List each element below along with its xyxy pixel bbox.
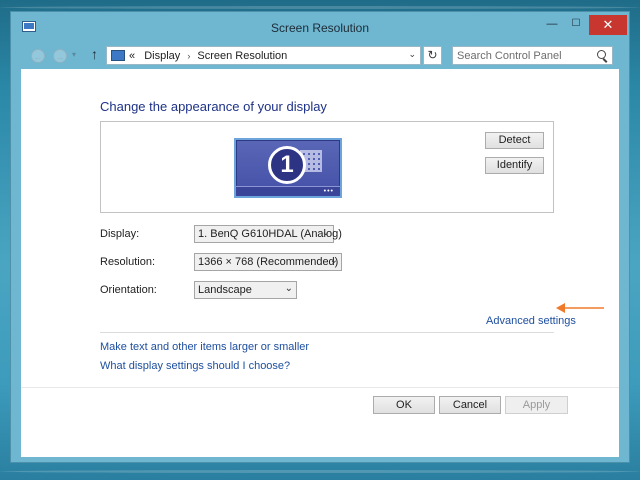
content-pane: Change the appearance of your display 1 … xyxy=(21,69,619,457)
display-label: Display: xyxy=(100,228,140,240)
background-ripple xyxy=(0,6,640,9)
annotation-arrow-icon xyxy=(556,303,604,313)
breadcrumb-item-screen-resolution[interactable]: Screen Resolution xyxy=(197,50,287,62)
display-help-link[interactable]: What display settings should I choose? xyxy=(100,360,290,372)
monitor-number: 1 xyxy=(268,146,306,184)
up-level-button[interactable]: ↑ xyxy=(91,46,98,62)
back-button[interactable]: ← xyxy=(31,49,45,63)
apply-button: Apply xyxy=(505,396,568,414)
forward-button[interactable]: → xyxy=(53,49,67,63)
address-bar[interactable]: « › Display › Screen Resolution ⌄ xyxy=(106,46,421,65)
display-select-value: 1. BenQ G610HDAL (Analog) xyxy=(198,228,342,240)
ok-button[interactable]: OK xyxy=(373,396,435,414)
advanced-settings-link[interactable]: Advanced settings xyxy=(486,315,576,327)
divider xyxy=(100,332,554,333)
orientation-select[interactable]: Landscape ⌄ xyxy=(194,281,297,299)
detect-button[interactable]: Detect xyxy=(485,132,544,149)
page-title: Change the appearance of your display xyxy=(100,99,327,114)
background-ripple xyxy=(0,470,640,473)
chevron-down-icon: ⌄ xyxy=(321,227,330,238)
search-icon[interactable] xyxy=(597,50,606,59)
display-select[interactable]: 1. BenQ G610HDAL (Analog) ⌄ xyxy=(194,225,342,243)
resolution-select[interactable]: 1366 × 768 (Recommended) ⌄ xyxy=(194,253,342,271)
close-button[interactable]: ✕ xyxy=(589,15,627,35)
orientation-select-value: Landscape xyxy=(198,284,252,296)
footer-divider xyxy=(21,387,619,388)
address-dropdown-icon[interactable]: ⌄ xyxy=(408,49,416,60)
maximize-button[interactable]: ☐ xyxy=(563,16,589,32)
identify-button[interactable]: Identify xyxy=(485,157,544,174)
monitor-taskbar: ••• xyxy=(236,186,340,196)
breadcrumb: « › Display › Screen Resolution xyxy=(129,50,287,62)
breadcrumb-separator-icon: › xyxy=(187,51,191,61)
screen-resolution-window: Screen Resolution — ☐ ✕ ← → ▾ ↑ « › Disp… xyxy=(10,11,630,463)
refresh-button[interactable]: ↻ xyxy=(423,46,442,65)
title-bar: Screen Resolution — ☐ ✕ xyxy=(11,12,629,44)
chevron-down-icon: ⌄ xyxy=(329,255,338,266)
text-size-link[interactable]: Make text and other items larger or smal… xyxy=(100,341,309,353)
control-panel-icon xyxy=(111,50,125,61)
chevron-down-icon: ⌄ xyxy=(284,283,293,294)
search-box[interactable] xyxy=(452,46,613,65)
search-input[interactable] xyxy=(457,49,587,62)
orientation-label: Orientation: xyxy=(100,284,157,296)
breadcrumb-item-display[interactable]: Display xyxy=(144,50,180,62)
monitor-1-icon[interactable]: 1 ••• xyxy=(234,138,342,198)
cancel-button[interactable]: Cancel xyxy=(439,396,501,414)
recent-locations-icon[interactable]: ▾ xyxy=(72,50,76,59)
breadcrumb-overflow[interactable]: « xyxy=(129,50,135,62)
dots-icon: ••• xyxy=(323,188,334,195)
resolution-select-value: 1366 × 768 (Recommended) xyxy=(198,256,339,268)
navigation-bar: ← → ▾ ↑ « › Display › Screen Resolution … xyxy=(11,42,629,69)
window-title: Screen Resolution xyxy=(270,21,370,35)
minimize-button[interactable]: — xyxy=(539,16,565,32)
resolution-label: Resolution: xyxy=(100,256,156,268)
